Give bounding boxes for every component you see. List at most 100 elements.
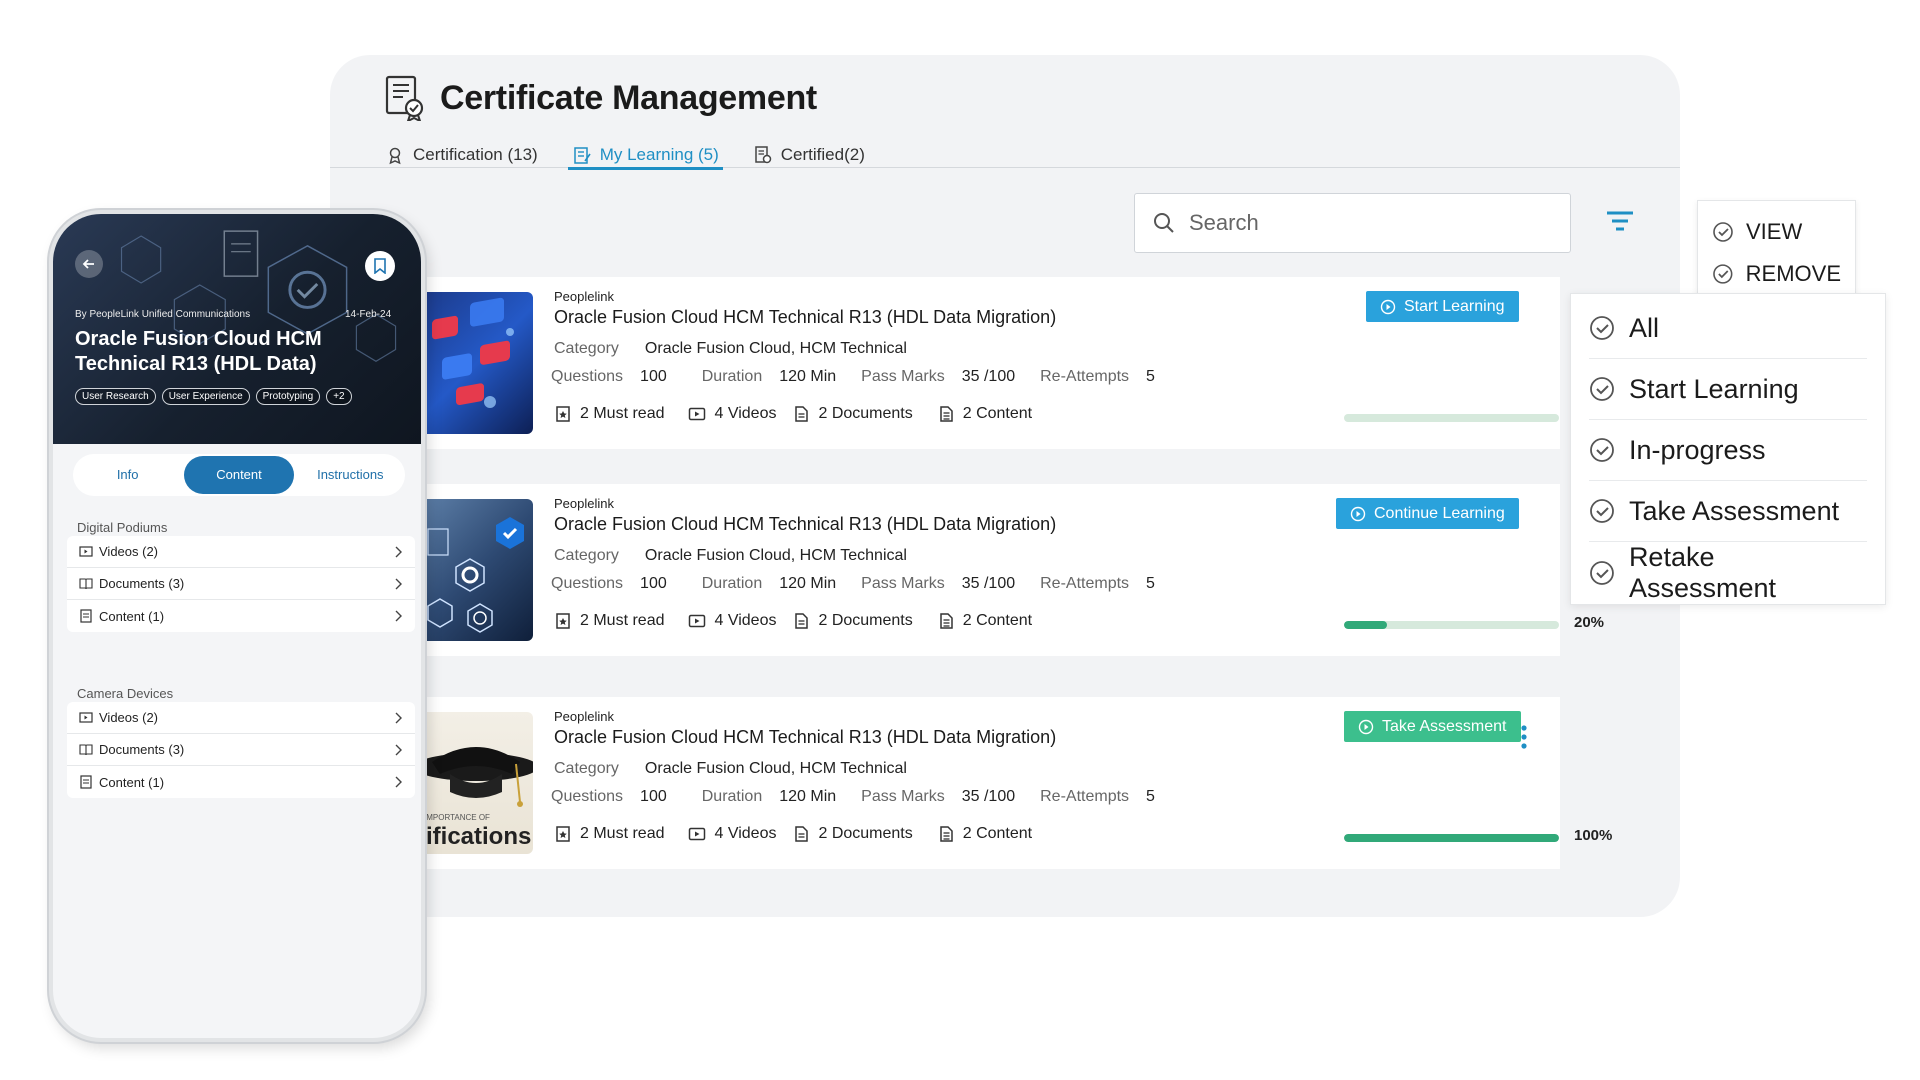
list-item-content[interactable]: Content (1)	[67, 600, 415, 632]
videos-text: 4 Videos	[714, 825, 777, 842]
category-row: Category Oracle Fusion Cloud, HCM Techni…	[554, 760, 907, 778]
app-blocks-image	[432, 297, 514, 408]
videos[interactable]: 4 Videos	[688, 612, 776, 630]
must-read[interactable]: 2 Must read	[554, 405, 664, 423]
content[interactable]: 2 Content	[937, 405, 1032, 423]
tab-label: Certification (13)	[413, 144, 538, 164]
course-brand: Peoplelink	[554, 289, 614, 304]
tag-chip[interactable]: Prototyping	[255, 388, 321, 405]
tab-certification[interactable]: Certification (13)	[385, 141, 538, 168]
filter-option-label: Start Learning	[1629, 373, 1799, 404]
must-read[interactable]: 2 Must read	[554, 612, 664, 630]
video-icon	[79, 545, 93, 557]
documents[interactable]: 2 Documents	[792, 825, 913, 843]
publish-date: 14-Feb-24	[345, 309, 392, 320]
stats-row: Questions 100 Duration 120 Min Pass Mark…	[551, 575, 1155, 593]
tech-hexagon-image	[427, 517, 524, 633]
course-brand: Peoplelink	[554, 709, 614, 724]
tab-certified[interactable]: Certified(2)	[753, 141, 865, 168]
list-item-videos[interactable]: Videos (2)	[67, 536, 415, 568]
course-title[interactable]: Oracle Fusion Cloud HCM Technical R13 (H…	[554, 514, 1056, 535]
video-icon	[689, 614, 706, 628]
list-item-documents[interactable]: Documents (3)	[67, 734, 415, 766]
chevron-right-icon	[395, 546, 402, 557]
card-context-menu: VIEW REMOVE	[1697, 200, 1856, 303]
segment-info[interactable]: Info	[73, 456, 182, 494]
check-circle-icon	[1590, 499, 1614, 523]
check-circle-icon	[1590, 377, 1614, 401]
course-card[interactable]: Peoplelink Oracle Fusion Cloud HCM Techn…	[420, 484, 1604, 656]
course-card[interactable]: Peoplelink Oracle Fusion Cloud HCM Techn…	[420, 277, 1560, 449]
search-box[interactable]	[1134, 193, 1571, 253]
resources-row: 2 Must read 4 Videos 2 Documents 2 Conte…	[554, 405, 1032, 423]
filter-option-label: In-progress	[1629, 434, 1766, 465]
documents[interactable]: 2 Documents	[792, 612, 913, 630]
videos[interactable]: 4 Videos	[688, 405, 776, 423]
progress-percent: 20%	[1574, 614, 1605, 631]
tab-bar: Certification (13) My Learning (5) Certi…	[385, 141, 865, 170]
action-label: Take Assessment	[1382, 717, 1507, 735]
duration-label: Duration	[701, 368, 763, 385]
chevron-right-icon	[395, 610, 402, 622]
list-item-content[interactable]: Content (1)	[67, 766, 415, 798]
bookmark-button[interactable]	[365, 251, 395, 281]
category-value: Oracle Fusion Cloud, HCM Technical	[644, 547, 907, 564]
segmented-control: Info Content Instructions	[73, 454, 405, 496]
videos-text: 4 Videos	[714, 405, 777, 422]
document-icon	[795, 826, 809, 842]
must-read[interactable]: 2 Must read	[554, 825, 664, 843]
filter-option-retake-assessment[interactable]: Retake Assessment	[1589, 542, 1867, 603]
course-title[interactable]: Oracle Fusion Cloud HCM Technical R13 (H…	[554, 727, 1056, 748]
pass-marks-value: 35 /100	[961, 368, 1016, 385]
course-title: Oracle Fusion Cloud HCM Technical R13 (H…	[75, 328, 322, 375]
take-assessment-button[interactable]: Take Assessment	[1344, 711, 1521, 742]
content[interactable]: 2 Content	[937, 612, 1032, 630]
progress-fill	[1344, 621, 1387, 629]
segment-instructions[interactable]: Instructions	[296, 456, 405, 494]
menu-item-view[interactable]: VIEW	[1712, 211, 1841, 253]
pass-marks-value: 35 /100	[961, 575, 1016, 592]
category-label: Category	[554, 547, 619, 564]
content[interactable]: 2 Content	[937, 825, 1032, 843]
must-read-text: 2 Must read	[580, 612, 665, 629]
tag-chip-more[interactable]: +2	[326, 388, 352, 405]
filter-option-take-assessment[interactable]: Take Assessment	[1589, 481, 1867, 542]
tag-chip[interactable]: User Experience	[161, 388, 250, 405]
reattempts-value: 5	[1146, 368, 1155, 385]
more-vertical-icon[interactable]	[1520, 724, 1528, 750]
pass-marks-label: Pass Marks	[861, 575, 945, 592]
chevron-right-icon	[395, 578, 402, 589]
segment-content[interactable]: Content	[184, 456, 294, 494]
book-icon	[79, 577, 93, 589]
search-input[interactable]	[1189, 210, 1549, 236]
panel-header: Certificate Management Certification (13…	[330, 55, 1680, 170]
filter-icon[interactable]	[1605, 209, 1635, 235]
filter-option-all[interactable]: All	[1589, 298, 1867, 359]
list-item-videos[interactable]: Videos (2)	[67, 702, 415, 734]
tab-my-learning[interactable]: My Learning (5)	[567, 141, 723, 170]
book-icon	[79, 743, 93, 755]
list-item-documents[interactable]: Documents (3)	[67, 568, 415, 600]
content-icon	[939, 406, 953, 422]
star-doc-icon	[556, 613, 570, 629]
course-title[interactable]: Oracle Fusion Cloud HCM Technical R13 (H…	[554, 307, 1056, 328]
course-brand: Peoplelink	[554, 496, 614, 511]
section-title: Digital Podiums	[77, 520, 168, 535]
category-label: Category	[554, 760, 619, 777]
menu-item-remove[interactable]: REMOVE	[1712, 253, 1841, 295]
start-learning-button[interactable]: Start Learning	[1366, 291, 1519, 322]
action-label: Continue Learning	[1374, 504, 1505, 522]
content-icon	[939, 826, 953, 842]
filter-option-start-learning[interactable]: Start Learning	[1589, 359, 1867, 420]
menu-item-label: VIEW	[1746, 219, 1803, 244]
videos-text: 4 Videos	[714, 612, 777, 629]
filter-option-in-progress[interactable]: In-progress	[1589, 420, 1867, 481]
back-button[interactable]	[75, 250, 103, 278]
course-card[interactable]: IMPORTANCE OF tifications Peoplelink Ora…	[420, 697, 1612, 869]
documents[interactable]: 2 Documents	[792, 405, 913, 423]
tag-chip[interactable]: User Research	[75, 388, 156, 405]
certificate-doc-icon	[385, 75, 424, 121]
videos[interactable]: 4 Videos	[688, 825, 776, 843]
continue-learning-button[interactable]: Continue Learning	[1336, 498, 1519, 529]
must-read-text: 2 Must read	[580, 405, 665, 422]
